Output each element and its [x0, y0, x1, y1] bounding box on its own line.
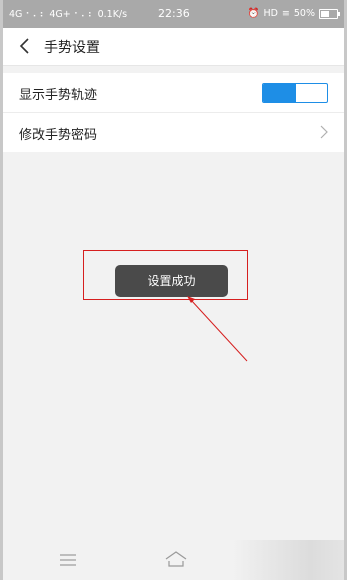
setting-label-show-trace: 显示手势轨迹	[19, 88, 98, 103]
setting-label-change-password: 修改手势密码	[19, 128, 98, 143]
hd-label: HD	[263, 8, 278, 19]
phone-screen: 4G ⠂⠄⠆ 4G+ ⠂⠄⠆ 0.1K/s 22:36 ⏰ HD ≡ 50% 手…	[3, 0, 344, 580]
network-status: 4G ⠂⠄⠆ 4G+ ⠂⠄⠆ 0.1K/s	[9, 9, 128, 20]
show-trace-toggle[interactable]	[262, 83, 328, 103]
battery-percent: 50%	[293, 8, 315, 19]
setting-row-change-password[interactable]: 修改手势密码	[3, 113, 344, 152]
setting-row-show-trace[interactable]: 显示手势轨迹	[3, 73, 344, 113]
home-icon[interactable]	[164, 549, 188, 569]
settings-list: 显示手势轨迹 修改手势密码	[3, 73, 344, 152]
chevron-left-icon[interactable]	[17, 37, 33, 55]
app-header: 手势设置	[3, 28, 344, 66]
clock: 22:36	[158, 7, 190, 20]
page-title: 手势设置	[44, 40, 100, 56]
battery-icon	[319, 8, 340, 19]
wifi-icon: ≡	[281, 8, 290, 19]
chevron-right-icon	[320, 125, 328, 139]
toast-message: 设置成功	[115, 265, 228, 297]
alarm-icon: ⏰	[247, 8, 260, 19]
status-right: ⏰ HD ≡ 50%	[247, 8, 340, 19]
menu-icon[interactable]	[59, 553, 77, 567]
blurred-region	[232, 540, 344, 580]
system-nav-bar	[3, 540, 344, 580]
status-bar: 4G ⠂⠄⠆ 4G+ ⠂⠄⠆ 0.1K/s 22:36 ⏰ HD ≡ 50%	[3, 0, 344, 28]
